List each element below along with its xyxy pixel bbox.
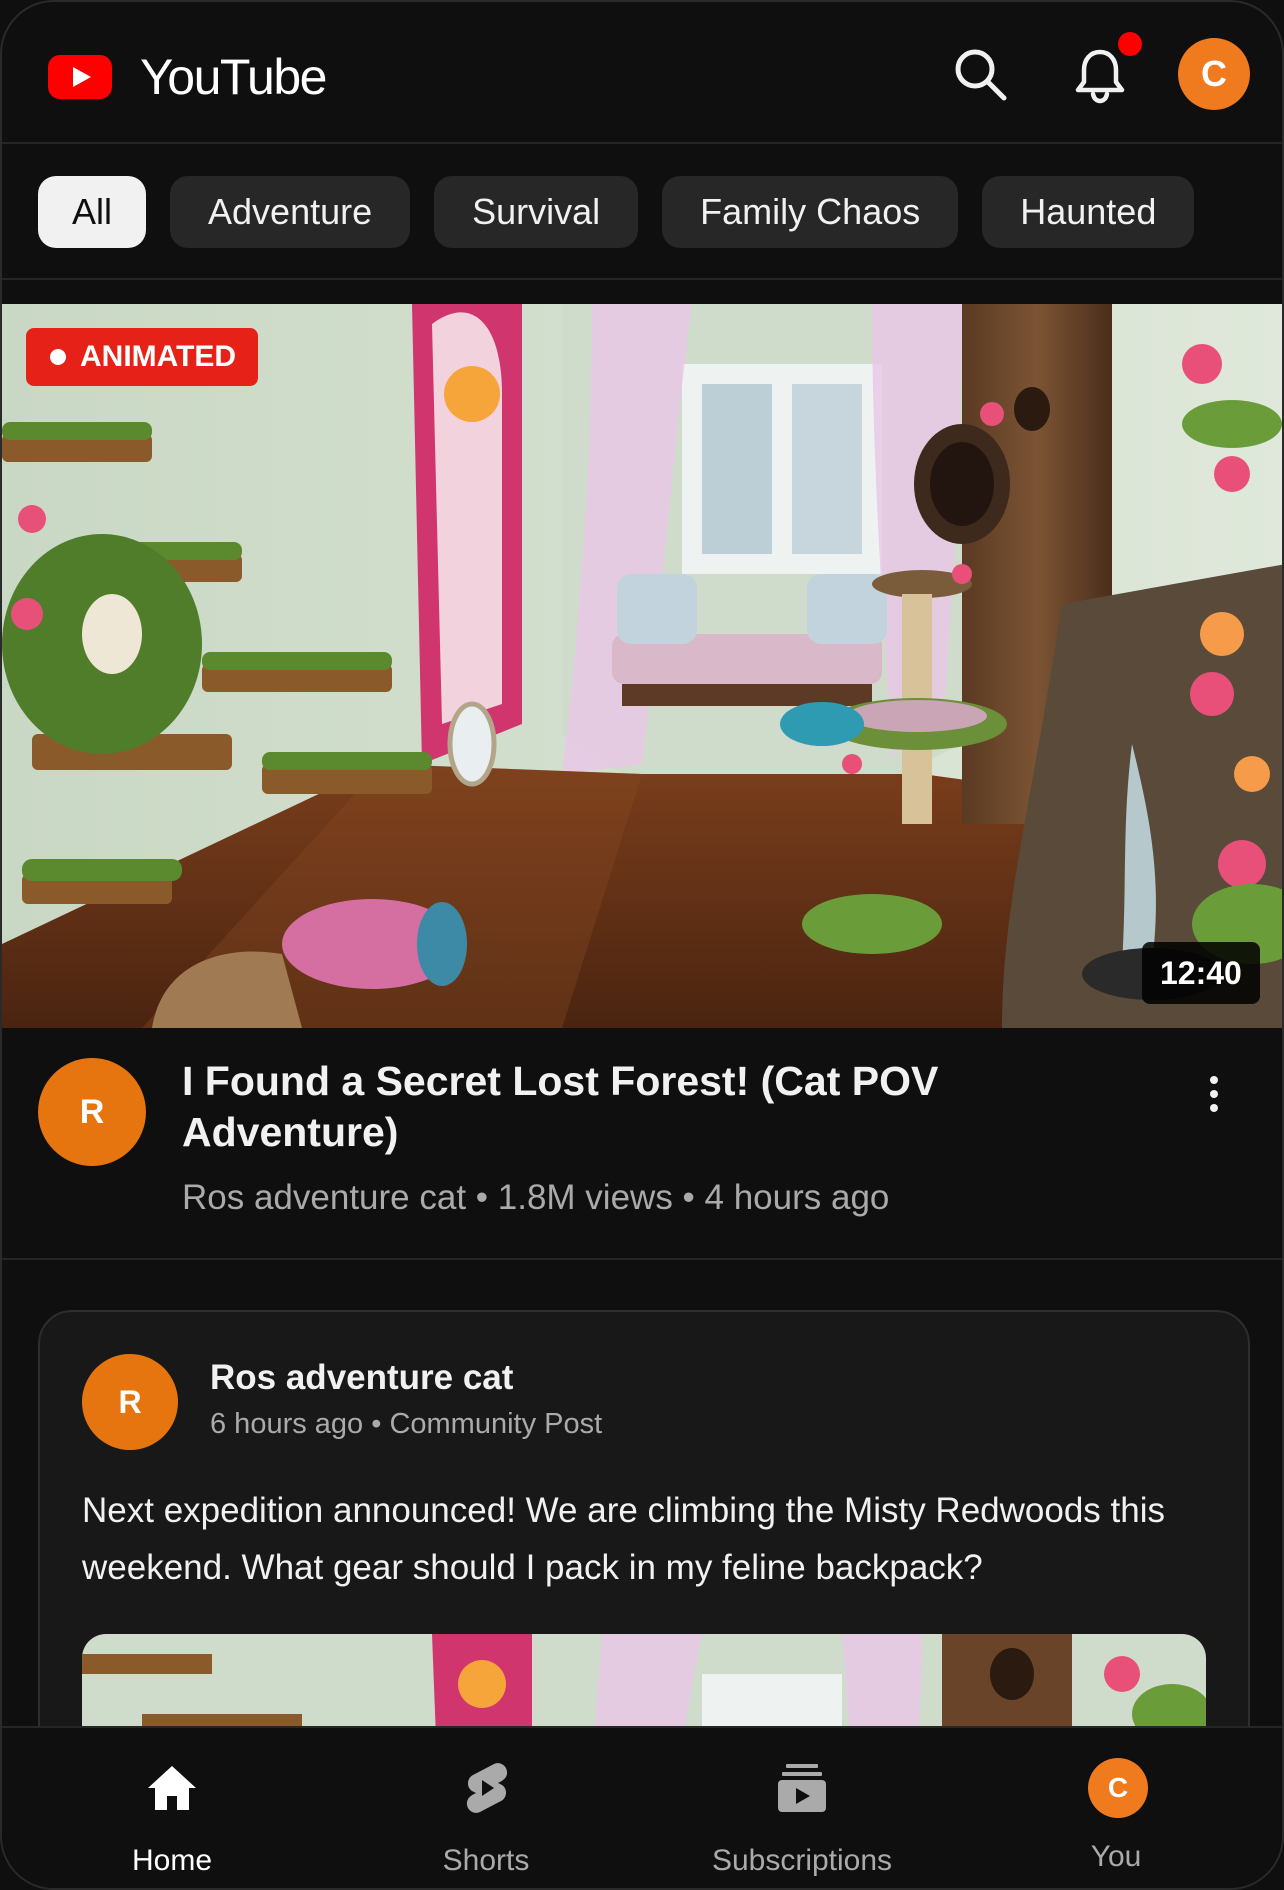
meta-separator: • (672, 1178, 705, 1217)
nav-you[interactable]: C You (996, 1728, 1236, 1888)
home-icon (148, 1766, 196, 1810)
nav-label-shorts: Shorts (442, 1844, 530, 1877)
post-meta: 6 hours ago • Community Post (210, 1408, 603, 1440)
more-options-icon[interactable] (1194, 1074, 1234, 1118)
meta-separator: • (466, 1178, 498, 1217)
video-thumbnail[interactable] (2, 304, 1282, 1028)
avatar: C (1088, 1758, 1148, 1818)
post-channel-name[interactable]: Ros adventure cat (210, 1358, 513, 1398)
shorts-icon (466, 1763, 508, 1813)
post-channel-avatar[interactable]: R (82, 1354, 178, 1450)
chip-adventure[interactable]: Adventure (170, 176, 411, 248)
category-chips: All Adventure Survival Family Chaos Haun… (38, 176, 1218, 248)
app-screen: YouTube C All Adventure Survival Family … (0, 0, 1284, 1890)
nav-label-you: You (1090, 1840, 1142, 1873)
channel-avatar[interactable]: R (38, 1058, 146, 1166)
youtube-logo[interactable]: YouTube (48, 48, 327, 106)
nav-label-subscriptions: Subscriptions (711, 1844, 893, 1877)
nav-home[interactable]: Home (52, 1728, 292, 1888)
chip-survival[interactable]: Survival (434, 176, 639, 248)
animated-badge: ANIMATED (26, 328, 259, 386)
nav-shorts[interactable]: Shorts (366, 1728, 606, 1888)
chip-all[interactable]: All (38, 176, 147, 248)
badge-label: ANIMATED (80, 340, 237, 373)
view-count: 1.8M views (497, 1178, 673, 1217)
subscriptions-icon (778, 1764, 826, 1812)
notification-dot (1118, 32, 1142, 56)
nav-label-home: Home (131, 1844, 213, 1877)
video-title[interactable]: I Found a Secret Lost Forest! (Cat POV A… (182, 1056, 1032, 1158)
youtube-play-icon (48, 55, 112, 99)
video-metadata: Ros adventure cat • 1.8M views • 4 hours… (182, 1178, 889, 1218)
chip-family-chaos[interactable]: Family Chaos (662, 176, 959, 248)
search-icon[interactable] (948, 42, 1012, 106)
top-app-bar: YouTube C (2, 2, 1282, 144)
chip-haunted[interactable]: Haunted (982, 176, 1195, 248)
video-duration: 12:40 (1142, 942, 1260, 1004)
profile-avatar[interactable]: C (1178, 38, 1250, 110)
upload-age: 4 hours ago (704, 1178, 890, 1217)
post-text: Next expedition announced! We are climbi… (82, 1491, 1165, 1587)
channel-name[interactable]: Ros adventure cat (182, 1178, 466, 1217)
nav-subscriptions[interactable]: Subscriptions (682, 1728, 922, 1888)
badge-dot-icon (50, 349, 66, 365)
bottom-navigation: Home Shorts Subscriptions C You (2, 1726, 1282, 1888)
divider (2, 278, 1282, 280)
divider (2, 1258, 1282, 1260)
app-name: YouTube (140, 49, 327, 105)
